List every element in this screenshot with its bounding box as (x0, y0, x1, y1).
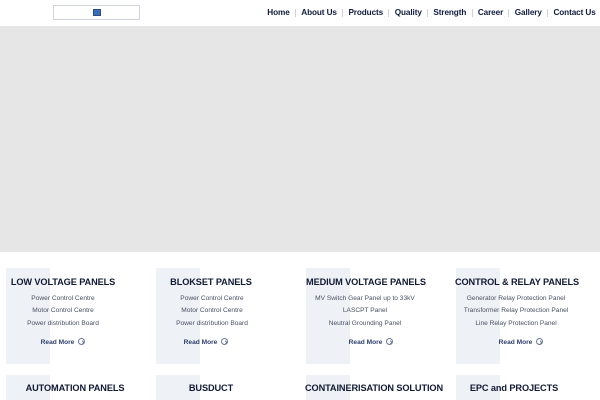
read-more-link[interactable]: Read More (136, 338, 276, 346)
card-list-item[interactable]: Power distribution Board (0, 318, 133, 330)
product-card-low-voltage: LOW VOLTAGE PANELS Power Control Centre … (6, 268, 146, 366)
card-list-item[interactable]: Motor Control Centre (142, 305, 282, 317)
read-more-label: Read More (498, 339, 533, 346)
product-card-medium-voltage: MEDIUM VOLTAGE PANELS MV Switch Gear Pan… (306, 268, 446, 366)
card-item-list: Generator Relay Protection Panel Transfo… (446, 293, 586, 330)
card-title: LOW VOLTAGE PANELS (10, 277, 116, 287)
card-item-list: MV Switch Gear Panel up to 33kV LASCPT P… (295, 293, 435, 330)
read-more-link[interactable]: Read More (0, 338, 133, 346)
product-card-busduct: BUSDUCT (156, 375, 296, 400)
card-title: BLOKSET PANELS (170, 277, 252, 287)
circle-arrow-right-icon (386, 338, 394, 345)
card-list-item[interactable]: Neutral Grounding Panel (295, 318, 435, 330)
card-list-item[interactable]: Motor Control Centre (0, 305, 133, 317)
circle-arrow-right-icon (221, 338, 229, 345)
read-more-label: Read More (40, 339, 75, 346)
card-title: CONTAINERISATION SOLUTION (304, 383, 444, 393)
card-title: EPC and PROJECTS (469, 383, 559, 393)
card-list-item[interactable]: Power Control Centre (142, 293, 282, 305)
card-list-item[interactable]: LASCPT Panel (295, 305, 435, 317)
nav-quality[interactable]: Quality (389, 0, 427, 26)
product-card-automation: AUTOMATION PANELS (6, 375, 146, 400)
read-more-label: Read More (183, 339, 218, 346)
card-item-list: Power Control Centre Motor Control Centr… (0, 293, 133, 330)
nav-strength[interactable]: Strength (428, 0, 471, 26)
nav-products[interactable]: Products (343, 0, 388, 26)
read-more-link[interactable]: Read More (451, 338, 591, 346)
card-title: MEDIUM VOLTAGE PANELS (306, 277, 426, 287)
card-list-item[interactable]: Transformer Relay Protection Panel (446, 305, 586, 317)
product-card-blokset: BLOKSET PANELS Power Control Centre Moto… (156, 268, 296, 366)
card-title: CONTROL & RELAY PANELS (454, 277, 580, 287)
product-card-control-relay: CONTROL & RELAY PANELS Generator Relay P… (455, 268, 596, 366)
card-title: AUTOMATION PANELS (25, 383, 125, 393)
nav-home[interactable]: Home (262, 0, 295, 26)
card-list-item[interactable]: Power distribution Board (142, 318, 282, 330)
card-item-list: Power Control Centre Motor Control Centr… (142, 293, 282, 330)
circle-arrow-right-icon (536, 338, 544, 345)
site-header: Home About Us Products Quality Strength … (0, 0, 600, 26)
card-title: BUSDUCT (188, 383, 234, 393)
card-list-item[interactable]: MV Switch Gear Panel up to 33kV (295, 293, 435, 305)
product-card-epc-projects: EPC and PROJECTS (456, 375, 596, 400)
read-more-link[interactable]: Read More (301, 338, 441, 346)
nav-career[interactable]: Career (473, 0, 509, 26)
card-list-item[interactable]: Generator Relay Protection Panel (446, 293, 586, 305)
read-more-label: Read More (348, 339, 383, 346)
card-list-item[interactable]: Line Relay Protection Panel (446, 318, 586, 330)
logo-mark-icon (93, 9, 101, 16)
card-list-item[interactable]: Power Control Centre (0, 293, 133, 305)
nav-contact-us[interactable]: Contact Us (548, 0, 600, 26)
product-card-containerisation: CONTAINERISATION SOLUTION (304, 375, 446, 400)
main-nav: Home About Us Products Quality Strength … (262, 0, 600, 26)
hero-banner (0, 26, 600, 252)
nav-about-us[interactable]: About Us (296, 0, 342, 26)
nav-gallery[interactable]: Gallery (509, 0, 547, 26)
circle-arrow-right-icon (78, 338, 86, 345)
company-logo[interactable] (53, 5, 140, 20)
